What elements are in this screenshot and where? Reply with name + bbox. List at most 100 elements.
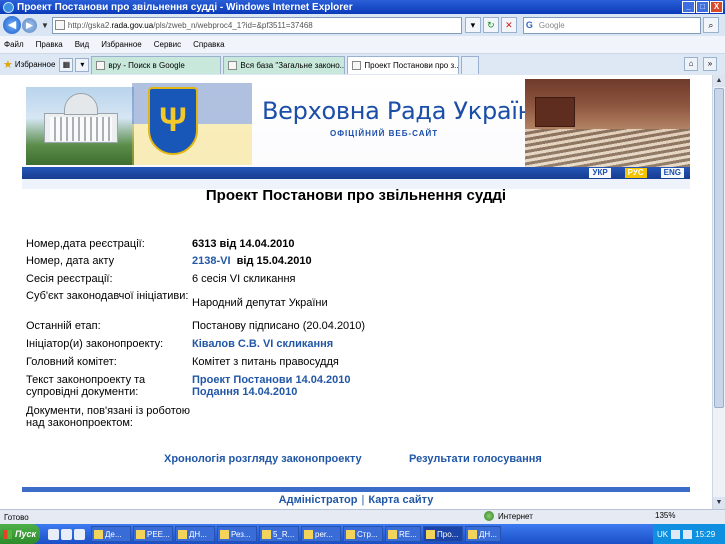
search-icon[interactable]: ⌕ <box>702 17 719 33</box>
text-link-draft[interactable]: Проект Постанови 14.04.2010 <box>192 374 351 386</box>
voting-results-link[interactable]: Результати голосування <box>409 453 542 465</box>
menu-help[interactable]: Справка <box>193 40 224 49</box>
taskbar-item[interactable]: Де... <box>91 526 131 542</box>
info-row-subject: Суб'єкт законодавчої ініціативи: Народни… <box>26 290 328 309</box>
zone-label: Интернет <box>498 511 533 521</box>
stage-value: Постанову підписано (20.04.2010) <box>192 320 366 332</box>
star-icon: ★ <box>3 59 13 71</box>
taskbar-item[interactable]: RE... <box>385 526 421 542</box>
info-row-registration: Номер,дата реєстрації: 6313 від 14.04.20… <box>26 238 294 250</box>
taskbar-item[interactable]: ДН... <box>465 526 501 542</box>
status-text: Готово <box>4 512 29 522</box>
windows-logo-icon <box>3 529 12 539</box>
language-indicator[interactable]: UK <box>657 530 668 539</box>
back-button[interactable]: ◀ <box>3 16 21 34</box>
quick-launch <box>48 528 85 540</box>
vertical-scrollbar[interactable]: ▲ ▼ <box>712 75 725 509</box>
maximize-button[interactable]: □ <box>696 1 709 13</box>
sitemap-link[interactable]: Карта сайту <box>368 494 433 506</box>
info-row-stage: Останній етап: Постанову підписано (20.0… <box>26 320 365 332</box>
taskbar-item[interactable]: per... <box>301 526 341 542</box>
page-icon <box>54 20 65 30</box>
volume-icon[interactable] <box>683 529 693 539</box>
media-quicklaunch-icon[interactable] <box>74 528 85 540</box>
page-icon <box>228 60 238 70</box>
refresh-icon[interactable]: ↻ <box>482 17 499 33</box>
act-label: Номер, дата акту <box>26 255 115 267</box>
scroll-down-icon[interactable]: ▼ <box>713 497 725 509</box>
tab-label: Проект Постанови про з... <box>364 60 460 70</box>
scroll-thumb[interactable] <box>714 88 724 408</box>
menu-edit[interactable]: Правка <box>36 40 63 49</box>
menu-favorites[interactable]: Избранное <box>101 40 142 49</box>
lang-rus[interactable]: РУС <box>624 168 647 178</box>
parliament-building-image <box>26 87 134 165</box>
tab-list-icon[interactable]: ▾ <box>75 57 90 72</box>
lang-eng[interactable]: ENG <box>660 168 684 178</box>
initiator-link[interactable]: Ківалов С.В. VI скликання <box>192 338 333 350</box>
quick-tabs-icon[interactable]: ▦ <box>59 57 74 72</box>
favorites-button[interactable]: ★ Избранное <box>3 58 55 71</box>
start-button[interactable]: Пуск <box>0 524 40 544</box>
subject-label: Суб'єкт законодавчої ініціативи: <box>26 290 189 302</box>
menu-bar: Файл Правка Вид Избранное Сервис Справка <box>0 36 725 54</box>
new-tab-button[interactable] <box>461 55 480 74</box>
taskbar-item-active[interactable]: Про... <box>423 526 463 542</box>
act-date: від 15.04.2010 <box>236 255 312 267</box>
google-icon: G <box>525 20 533 30</box>
footer-bar <box>22 487 690 492</box>
session-hall-image <box>525 79 690 169</box>
close-button[interactable]: X <box>710 1 723 13</box>
network-icon[interactable] <box>671 529 681 539</box>
reg-value: 6313 від 14.04.2010 <box>192 238 295 250</box>
window-titlebar: Проект Постанови про звільнення судді - … <box>0 0 725 14</box>
taskbar-item[interactable]: 5_R... <box>259 526 299 542</box>
lang-ukr[interactable]: УКР <box>589 168 611 178</box>
session-label: Сесія реєстрації: <box>26 273 113 285</box>
menu-file[interactable]: Файл <box>4 40 24 49</box>
page-icon <box>352 60 362 70</box>
tab-bar: ★ Избранное ▦ ▾ вру - Поиск в Google Вся… <box>0 54 725 75</box>
desktop-quicklaunch-icon[interactable] <box>61 528 72 540</box>
docs-label: Документи, пов'язані із роботою над зако… <box>26 405 191 429</box>
taskbar-item[interactable]: РЕЕ... <box>133 526 173 542</box>
ie-quicklaunch-icon[interactable] <box>48 528 59 540</box>
chronology-link[interactable]: Хронологія розгляду законопроекту <box>164 453 362 465</box>
taskbar-item[interactable]: Стр... <box>343 526 383 542</box>
taskbar-item[interactable]: ДН... <box>175 526 215 542</box>
tab-current[interactable]: Проект Постанови про з... x <box>347 55 460 74</box>
taskbar-item[interactable]: Рез... <box>217 526 257 542</box>
tab-label: Вся база "Загальне законо... <box>240 60 346 70</box>
site-footer: Адміністратор | Карта сайту <box>22 494 690 506</box>
taskbar: Пуск Де... РЕЕ... ДН... Рез... 5_R... pe… <box>0 524 725 544</box>
minimize-button[interactable]: _ <box>682 1 695 13</box>
site-subtitle: ОФІЦІЙНИЙ ВЕБ-САЙТ <box>330 129 439 138</box>
admin-link[interactable]: Адміністратор <box>279 494 358 506</box>
home-icon[interactable]: ⌂ <box>684 57 698 71</box>
stop-icon[interactable]: ✕ <box>500 17 517 33</box>
tab-google[interactable]: вру - Поиск в Google <box>91 55 222 74</box>
text-link-submission[interactable]: Подання 14.04.2010 <box>192 386 351 398</box>
zoom-level[interactable]: 135% <box>655 511 675 520</box>
address-input[interactable]: http://gska2.rada.gov.ua/pls/zweb_n/webp… <box>51 16 462 34</box>
ie-logo-icon <box>3 1 14 13</box>
address-dropdown-icon[interactable]: ▾ <box>464 17 481 33</box>
tab-label: вру - Поиск в Google <box>108 60 185 70</box>
initiator-label: Ініціатор(и) законопроекту: <box>26 338 164 350</box>
tab-menu-icon[interactable]: » <box>703 57 717 71</box>
act-link[interactable]: 2138-VI <box>192 255 231 267</box>
page-icon <box>96 60 106 70</box>
history-dropdown-icon[interactable]: ▼ <box>41 21 49 30</box>
info-row-committee: Головний комітет: Комітет з питань право… <box>26 356 339 368</box>
status-bar: Готово Интернет 135% <box>0 509 725 524</box>
menu-view[interactable]: Вид <box>75 40 89 49</box>
forward-button[interactable]: ▶ <box>22 17 37 33</box>
web-page: Ψ Верховна Рада України ОФІЦІЙНИЙ ВЕБ-СА… <box>22 75 690 509</box>
session-value: 6 сесія VI скликання <box>192 273 296 285</box>
scroll-up-icon[interactable]: ▲ <box>713 75 725 87</box>
menu-tools[interactable]: Сервис <box>154 40 181 49</box>
address-url: http://gska2.rada.gov.ua/pls/zweb_n/webp… <box>67 20 313 30</box>
favorites-label: Избранное <box>14 60 56 69</box>
search-input[interactable]: G Google <box>522 16 701 34</box>
tab-database[interactable]: Вся база "Загальне законо... <box>223 55 346 74</box>
